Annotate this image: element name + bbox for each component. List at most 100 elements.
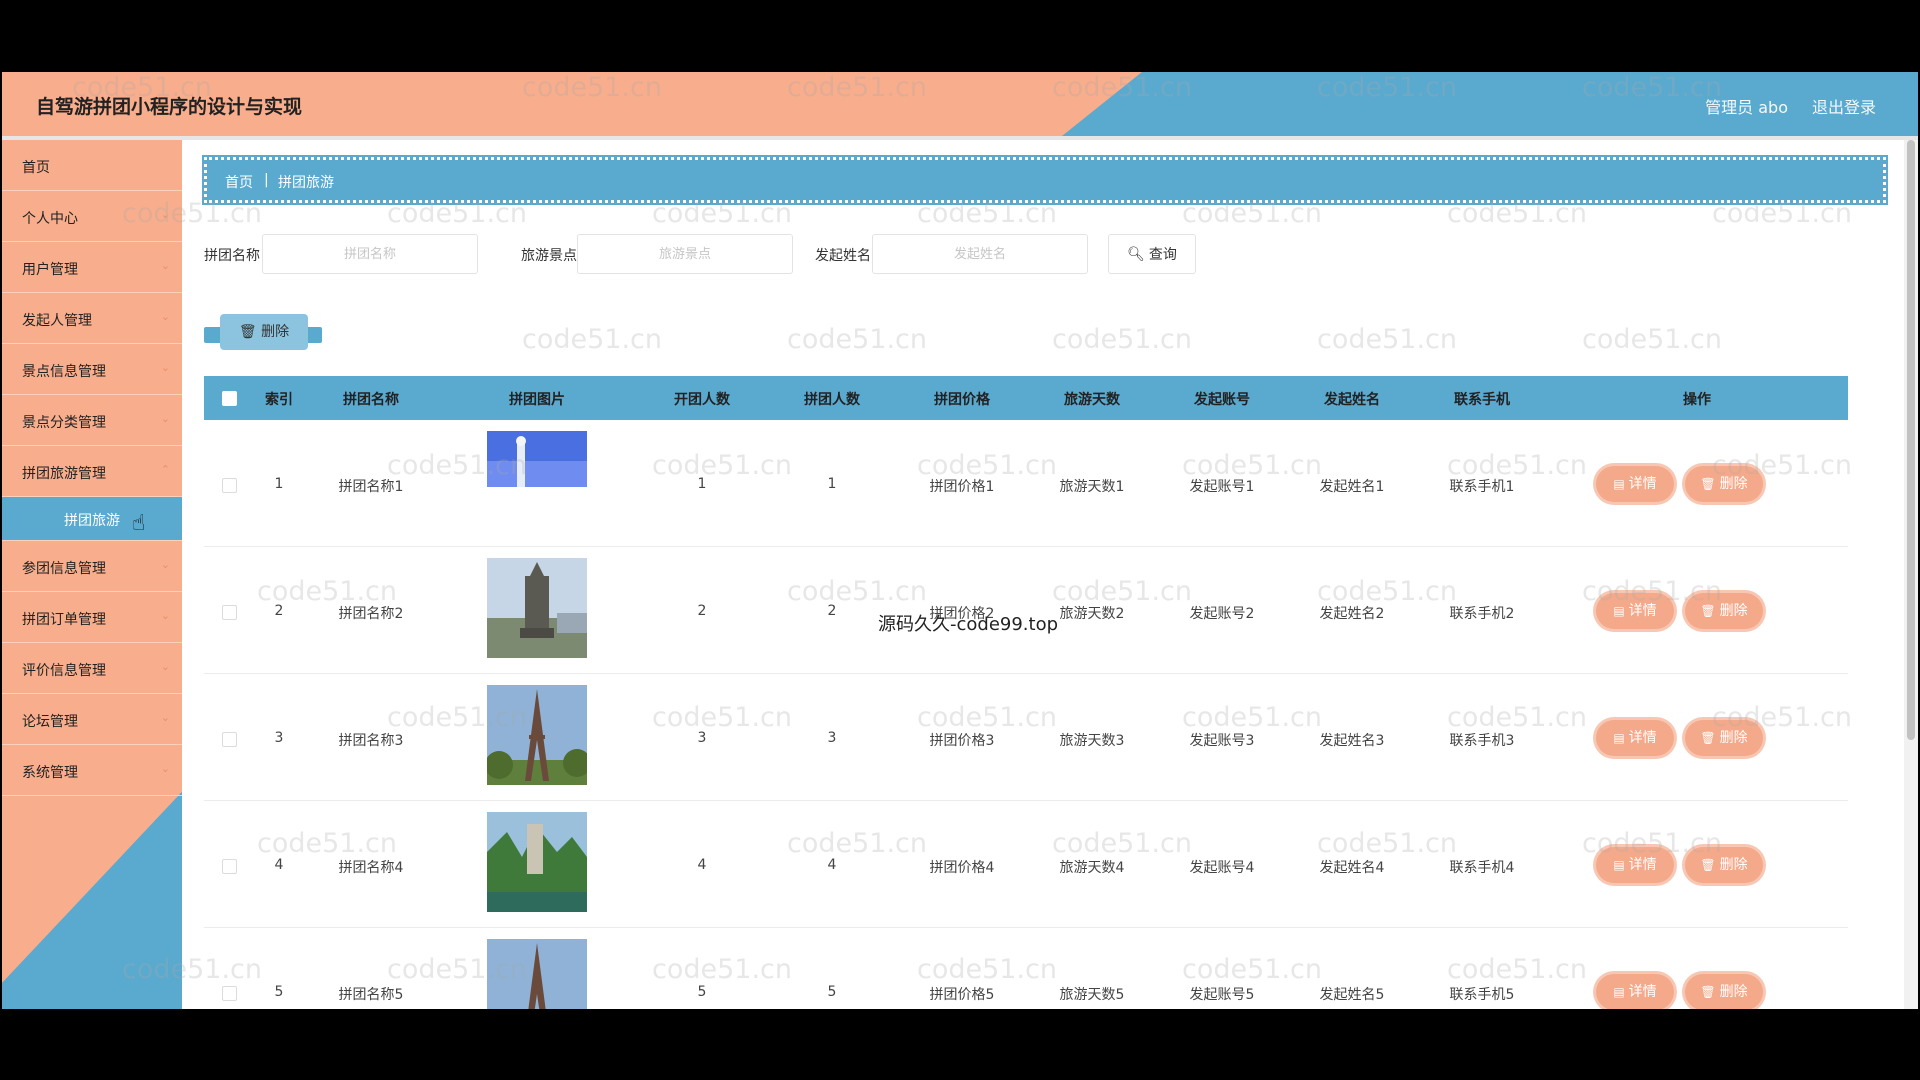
delete-button[interactable]: 🗑︎ 删除 xyxy=(1685,974,1763,1009)
cell-open-count: 2 xyxy=(697,603,707,619)
row-checkbox[interactable] xyxy=(222,986,237,1001)
cell-phone: 联系手机1 xyxy=(1449,479,1515,495)
cell-price: 拼团价格5 xyxy=(929,987,995,1003)
select-all-checkbox[interactable] xyxy=(222,391,237,406)
cell-days: 旅游天数2 xyxy=(1059,606,1125,622)
cell-name: 拼团名称3 xyxy=(338,733,404,749)
cell-group-count: 1 xyxy=(827,476,837,492)
row-checkbox[interactable] xyxy=(222,478,237,493)
sidebar-item-orders[interactable]: 拼团订单管理 ⌄ xyxy=(2,592,182,643)
delete-button[interactable]: 🗑︎ 删除 xyxy=(1685,593,1763,629)
table-row: 5 拼团名称5 5 5 拼团价格5 旅游天数5 发起账号5 发起姓名5 联系手机… xyxy=(204,928,1848,1009)
detail-button[interactable]: ▤ 详情 xyxy=(1596,720,1674,756)
delete-button[interactable]: 🗑︎ 删除 xyxy=(1685,466,1763,502)
delete-button[interactable]: 🗑︎ 删除 xyxy=(1685,720,1763,756)
trash-icon: 🗑︎ xyxy=(1700,858,1716,872)
detail-button[interactable]: ▤ 详情 xyxy=(1596,974,1674,1009)
col-header-account: 发起账号 xyxy=(1194,392,1250,408)
col-header-group-count: 拼团人数 xyxy=(804,392,860,408)
search-icon: 🔍︎ xyxy=(1127,245,1145,262)
chevron-up-icon: ⌃ xyxy=(160,463,170,476)
cell-account: 发起账号1 xyxy=(1189,479,1255,495)
cell-days: 旅游天数1 xyxy=(1059,479,1125,495)
delete-label: 删除 xyxy=(1719,603,1748,619)
source-watermark: 源码久久-code99.top xyxy=(878,614,1059,635)
detail-button[interactable]: ▤ 详情 xyxy=(1596,847,1674,883)
breadcrumb: 首页 | 拼团旅游 xyxy=(202,155,1888,205)
sidebar-item-label: 用户管理 xyxy=(22,262,78,278)
chevron-down-icon: ⌄ xyxy=(160,259,170,272)
trash-icon: 🗑︎ xyxy=(1700,477,1716,491)
sidebar-menu: 首页 个人中心 ⌄ 用户管理 ⌄ 发起人管理 ⌄ 景点信息管理 ⌄ 景点分类管理 ⌄ 拼团… xyxy=(2,140,182,796)
sidebar-item-group-tour[interactable]: 拼团旅游 ☝ xyxy=(2,497,182,541)
chevron-down-icon: ⌄ xyxy=(160,609,170,622)
query-button[interactable]: 🔍︎ 查询 xyxy=(1108,234,1196,274)
detail-button[interactable]: ▤ 详情 xyxy=(1596,593,1674,629)
table-body: 1 拼团名称1 1 1 拼团价格1 旅游天数1 发起账号1 发起姓名1 联系手机… xyxy=(204,420,1848,1009)
group-tour-table: 索引 拼团名称 拼团图片 开团人数 拼团人数 拼团价格 旅游天数 发起账号 发起… xyxy=(204,376,1848,1009)
sidebar-item-users[interactable]: 用户管理 ⌄ xyxy=(2,242,182,293)
delete-label: 删除 xyxy=(1719,984,1748,1000)
hand-cursor-icon: ☝ xyxy=(132,511,146,536)
group-name-input[interactable] xyxy=(262,234,478,274)
cell-account: 发起账号2 xyxy=(1189,606,1255,622)
trash-icon: 🗑︎ xyxy=(1700,604,1716,618)
logout-link[interactable]: 退出登录 xyxy=(1812,94,1876,118)
batch-delete-button[interactable]: 🗑︎ 删除 xyxy=(220,314,308,350)
breadcrumb-current: 拼团旅游 xyxy=(278,175,334,191)
col-header-days: 旅游天数 xyxy=(1064,392,1120,408)
app-title: 自驾游拼团小程序的设计与实现 xyxy=(36,96,303,118)
tour-image xyxy=(487,558,587,658)
cell-days: 旅游天数3 xyxy=(1059,733,1125,749)
tour-image xyxy=(487,939,587,1009)
row-checkbox[interactable] xyxy=(222,605,237,620)
batch-delete-wrap: 🗑︎ 删除 xyxy=(204,314,322,360)
initiator-name-input[interactable] xyxy=(872,234,1088,274)
document-icon: ▤ xyxy=(1613,858,1625,872)
table-row: 1 拼团名称1 1 1 拼团价格1 旅游天数1 发起账号1 发起姓名1 联系手机… xyxy=(204,420,1848,547)
cell-index: 5 xyxy=(274,984,284,1000)
document-icon: ▤ xyxy=(1613,731,1625,745)
sidebar-item-initiators[interactable]: 发起人管理 ⌄ xyxy=(2,293,182,344)
col-header-price: 拼团价格 xyxy=(934,392,990,408)
breadcrumb-home[interactable]: 首页 xyxy=(225,172,253,192)
sidebar-item-participation[interactable]: 参团信息管理 ⌄ xyxy=(2,541,182,592)
document-icon: ▤ xyxy=(1613,477,1625,491)
app-window: 自驾游拼团小程序的设计与实现 管理员 abo 退出登录 首页 个人中心 ⌄ 用户管… xyxy=(2,72,1918,1009)
admin-user-label: 管理员 abo xyxy=(1705,98,1788,117)
breadcrumb-separator: | xyxy=(264,172,269,188)
sidebar-item-spots[interactable]: 景点信息管理 ⌄ xyxy=(2,344,182,395)
sidebar-item-system[interactable]: 系统管理 ⌄ xyxy=(2,745,182,796)
detail-label: 详情 xyxy=(1628,984,1657,1000)
tour-spot-label: 旅游景点 xyxy=(521,248,577,264)
sidebar-item-profile[interactable]: 个人中心 ⌄ xyxy=(2,191,182,242)
row-checkbox[interactable] xyxy=(222,732,237,747)
sidebar-item-forum[interactable]: 论坛管理 ⌄ xyxy=(2,694,182,745)
vertical-scrollbar[interactable] xyxy=(1904,140,1918,1009)
document-icon: ▤ xyxy=(1613,985,1625,999)
cell-name: 拼团名称1 xyxy=(338,479,404,495)
tour-spot-input[interactable] xyxy=(577,234,793,274)
group-name-label: 拼团名称 xyxy=(204,248,260,264)
cell-account: 发起账号3 xyxy=(1189,733,1255,749)
sidebar-item-spot-categories[interactable]: 景点分类管理 ⌄ xyxy=(2,395,182,446)
cell-name: 拼团名称4 xyxy=(338,860,404,876)
detail-button[interactable]: ▤ 详情 xyxy=(1596,466,1674,502)
row-checkbox[interactable] xyxy=(222,859,237,874)
sidebar-item-reviews[interactable]: 评价信息管理 ⌄ xyxy=(2,643,182,694)
chevron-down-icon: ⌄ xyxy=(160,558,170,571)
cell-initiator: 发起姓名3 xyxy=(1319,733,1385,749)
main-content: 首页 | 拼团旅游 拼团名称 旅游景点 发起姓名 🔍︎ 查询 🗑︎ 删除 索引 … xyxy=(182,140,1918,1009)
delete-label: 删除 xyxy=(1719,476,1748,492)
sidebar-item-label: 拼团订单管理 xyxy=(22,612,106,628)
cell-open-count: 1 xyxy=(697,476,707,492)
sidebar-item-home[interactable]: 首页 xyxy=(2,140,182,191)
cell-group-count: 3 xyxy=(827,730,837,746)
sidebar-item-label: 景点信息管理 xyxy=(22,364,106,380)
sidebar-item-label: 论坛管理 xyxy=(22,714,78,730)
scrollbar-thumb[interactable] xyxy=(1907,140,1915,740)
delete-button[interactable]: 🗑︎ 删除 xyxy=(1685,847,1763,883)
cell-index: 2 xyxy=(274,603,284,619)
sidebar-item-group-tour-admin[interactable]: 拼团旅游管理 ⌃ xyxy=(2,446,182,497)
top-header: 自驾游拼团小程序的设计与实现 管理员 abo 退出登录 xyxy=(2,72,1918,136)
